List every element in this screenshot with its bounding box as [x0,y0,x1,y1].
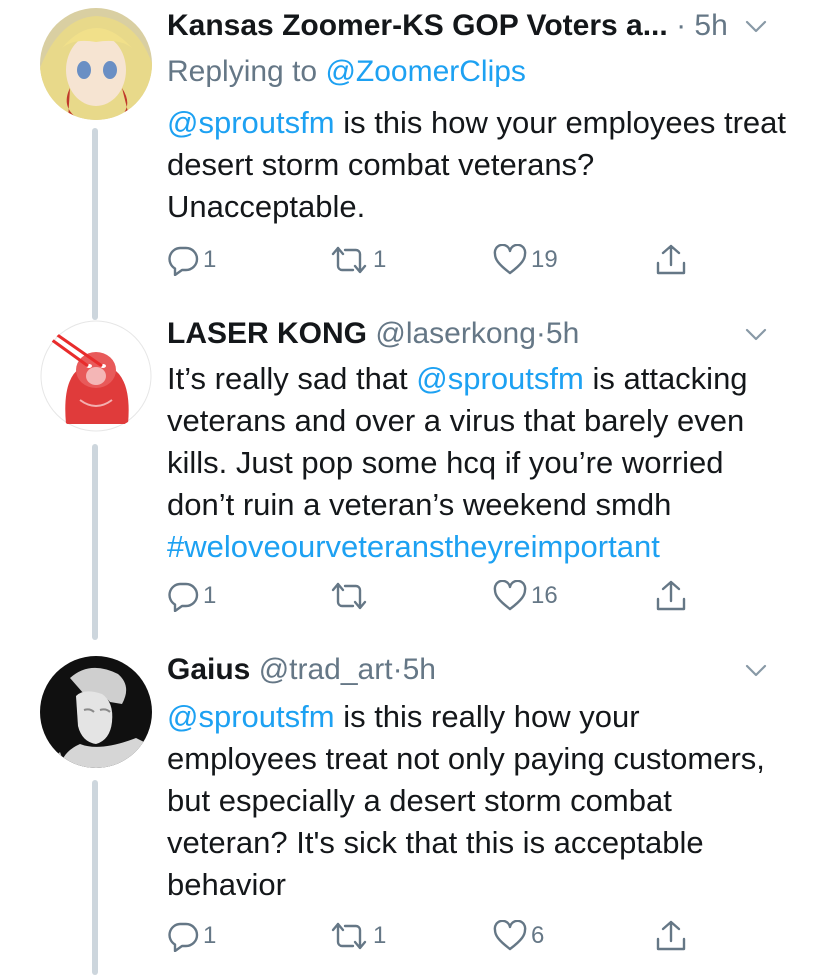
like-button[interactable]: 19 [493,240,558,280]
like-count: 16 [531,582,558,609]
share-icon [656,244,686,275]
chevron-down-icon[interactable] [745,664,767,678]
retweet-icon [331,582,367,610]
reply-count: 1 [203,582,217,609]
separator-dot: · [676,9,687,42]
tweet-header: LASER KONG @laserkong·5h [167,314,787,354]
reply-icon [168,582,199,612]
share-button[interactable] [655,916,687,956]
like-icon [493,580,527,611]
mention-link[interactable]: @sproutsfm [167,699,335,734]
tweet-actions: 1 1 19 [167,240,727,280]
avatar-laser-kong[interactable] [40,320,152,432]
share-button[interactable] [655,576,687,616]
tweet-text: It’s really sad that @sproutsfm is attac… [167,358,797,568]
display-name[interactable]: Kansas Zoomer-KS GOP Voters a... [167,9,668,42]
reply-prefix: Replying to [167,55,326,88]
retweet-icon [331,246,367,274]
thread-line [92,780,98,975]
reply-to-handle-link[interactable]: @ZoomerClips [325,55,526,88]
thread-line [92,444,98,640]
user-handle[interactable]: @laserkong [375,317,536,350]
retweet-count: 1 [373,246,387,273]
display-name[interactable]: LASER KONG [167,317,367,350]
reply-icon [168,922,199,952]
reply-icon [168,246,199,276]
mention-link[interactable]: @sproutsfm [416,361,584,396]
display-name[interactable]: Gaius [167,653,250,686]
hashtag-link[interactable]: #weloveourveteranstheyreimportant [167,529,660,564]
chevron-down-icon[interactable] [745,328,767,342]
reply-count: 1 [203,246,217,273]
thread-line [92,128,98,320]
tweet-body-start: It’s really sad that [167,361,417,396]
mention-link[interactable]: @sproutsfm [167,105,335,140]
chevron-down-icon[interactable] [745,20,767,34]
reply-count: 1 [203,922,217,949]
reply-button[interactable]: 1 [167,576,216,616]
like-count: 19 [531,246,558,273]
share-icon [656,920,686,951]
user-handle[interactable]: @trad_art [259,653,393,686]
separator-dot: · [535,317,546,350]
like-icon [493,244,527,275]
like-button[interactable]: 16 [493,576,558,616]
retweet-icon [331,922,367,950]
tweet-text: @sproutsfm is this how your employees tr… [167,102,797,228]
tweet-header: Gaius @trad_art·5h [167,650,787,690]
share-button[interactable] [655,240,687,280]
replying-to: Replying to @ZoomerClips [167,52,526,92]
avatar-gaius[interactable] [40,656,152,768]
tweet-actions: 1 16 [167,576,727,616]
reply-button[interactable]: 1 [167,240,216,280]
retweet-button[interactable]: 1 [329,240,386,280]
share-icon [656,580,686,611]
separator-dot: · [392,653,403,686]
tweet-2[interactable]: LASER KONG @laserkong·5h It’s really sad… [0,317,827,640]
timestamp[interactable]: 5h [403,653,436,686]
like-button[interactable]: 6 [493,916,544,956]
avatar-kansas-zoomer[interactable] [40,8,152,120]
timestamp[interactable]: 5h [546,317,579,350]
tweet-header: Kansas Zoomer-KS GOP Voters a... · 5h [167,6,787,46]
tweet-actions: 1 1 6 [167,916,727,956]
retweet-count: 1 [373,922,387,949]
timestamp[interactable]: 5h [694,9,727,42]
tweet-1[interactable]: Kansas Zoomer-KS GOP Voters a... · 5h Re… [0,0,827,320]
like-icon [493,920,527,951]
tweet-text: @sproutsfm is this really how your emplo… [167,696,797,906]
like-count: 6 [531,922,545,949]
retweet-button[interactable]: 1 [329,916,386,956]
retweet-button[interactable] [329,576,373,616]
reply-button[interactable]: 1 [167,916,216,956]
tweet-3[interactable]: Gaius @trad_art·5h @sproutsfm is this re… [0,640,827,975]
